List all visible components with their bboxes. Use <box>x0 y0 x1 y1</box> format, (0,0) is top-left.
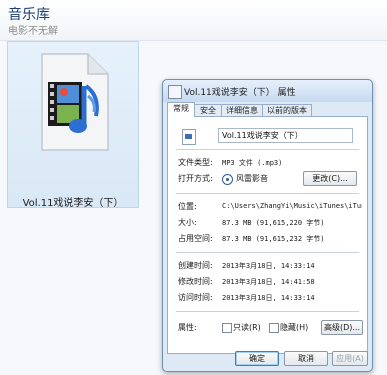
general-panel: Vol.11戏说李安（下） 文件类型: MP3 文件 (.mp3) 打开方式: … <box>167 116 368 354</box>
dialog-titlebar[interactable]: Vol.11戏说李安（下） 属性 <box>163 80 372 102</box>
window-icon <box>168 85 182 99</box>
disk-size-value: 87.3 MB (91,615,232 字节) <box>222 235 325 243</box>
hidden-checkbox[interactable] <box>269 323 279 333</box>
library-subtitle: 电影不无解 <box>8 26 58 37</box>
filename-input[interactable]: Vol.11戏说李安（下） <box>218 128 353 143</box>
disk-size-label: 占用空间: <box>178 234 213 243</box>
separator <box>176 193 359 194</box>
ok-button[interactable]: 确定 <box>235 351 279 366</box>
open-with-value: 风雷影音 <box>236 174 268 183</box>
file-type-label: 文件类型: <box>178 158 213 167</box>
change-button[interactable]: 更改(C)... <box>303 171 357 186</box>
audio-file-icon <box>41 53 109 151</box>
modified-value: 2013年3月18日, 14:41:58 <box>222 278 315 286</box>
created-value: 2013年3月18日, 14:33:14 <box>222 262 315 270</box>
apply-button[interactable]: 应用(A) <box>332 351 368 366</box>
file-type-icon <box>182 129 196 145</box>
file-item[interactable]: Vol.11戏说李安（下） <box>7 41 139 209</box>
size-label: 大小: <box>178 218 197 227</box>
separator <box>176 149 359 150</box>
file-name-label: Vol.11戏说李安（下） <box>22 198 124 209</box>
hidden-label: 隐藏(H) <box>280 323 309 332</box>
size-value: 87.3 MB (91,615,220 字节) <box>222 219 325 227</box>
library-header: 音乐库 电影不无解 <box>0 0 387 41</box>
cancel-button[interactable]: 取消 <box>284 351 328 366</box>
location-value: C:\Users\ZhangYi\Music\iTunes\iTunes Med… <box>222 202 362 210</box>
properties-dialog: Vol.11戏说李安（下） 属性 常规 安全 详细信息 以前的版本 Vol.11… <box>162 79 373 372</box>
file-type-value: MP3 文件 (.mp3) <box>222 159 283 167</box>
created-label: 创建时间: <box>178 261 213 270</box>
location-label: 位置: <box>178 202 197 211</box>
library-title: 音乐库 <box>8 7 50 23</box>
modified-label: 修改时间: <box>178 277 213 286</box>
player-app-icon <box>222 174 233 185</box>
readonly-label: 只读(R) <box>233 323 261 332</box>
advanced-button[interactable]: 高级(D)... <box>321 320 363 335</box>
attributes-label: 属性: <box>178 323 197 332</box>
accessed-value: 2013年3月18日, 14:33:14 <box>222 294 315 302</box>
readonly-checkbox[interactable] <box>222 323 232 333</box>
separator <box>176 311 359 312</box>
open-with-label: 打开方式: <box>178 174 213 183</box>
separator <box>176 252 359 253</box>
tab-general[interactable]: 常规 <box>167 102 195 117</box>
accessed-label: 访问时间: <box>178 293 213 302</box>
dialog-title: Vol.11戏说李安（下） 属性 <box>184 88 296 98</box>
